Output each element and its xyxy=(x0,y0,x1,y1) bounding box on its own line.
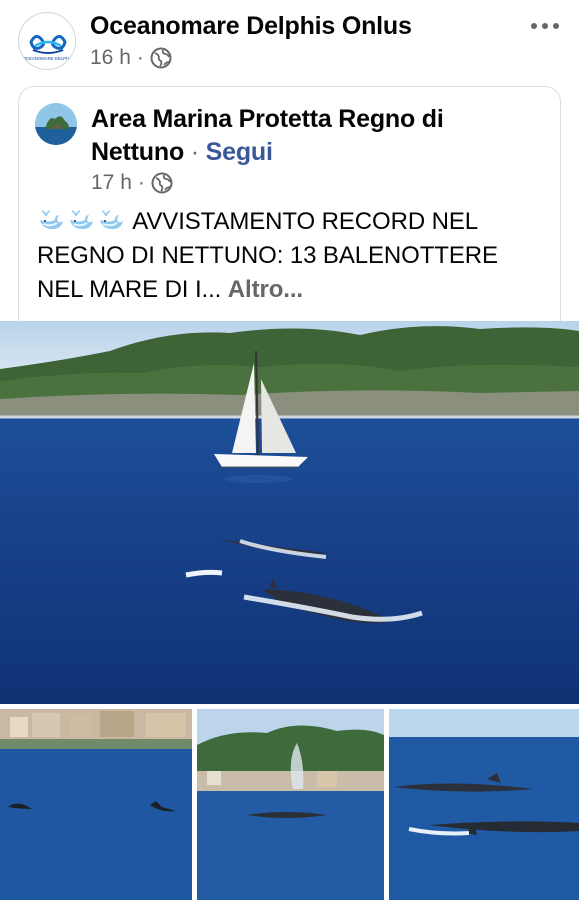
shared-meta: 17 h · xyxy=(91,171,173,195)
more-options-button[interactable] xyxy=(531,14,559,38)
author-name[interactable]: Oceanomare Delphis Onlus xyxy=(90,12,412,41)
globe-icon xyxy=(150,47,172,69)
photo-thumbnail-2[interactable] xyxy=(197,709,384,900)
oceanomare-logo-icon: OCEANOMARE DELPHIS xyxy=(20,14,75,69)
meta-dot: · xyxy=(137,171,145,194)
photo-thumbnail-1[interactable] xyxy=(0,709,192,900)
whale-emoji-icon xyxy=(40,210,63,229)
whale-emoji-icon xyxy=(70,210,93,229)
shared-post-card[interactable]: Area Marina Protetta Regno di Nettuno · … xyxy=(18,86,561,326)
page-avatar[interactable] xyxy=(35,103,77,145)
author-avatar[interactable]: OCEANOMARE DELPHIS xyxy=(18,12,76,70)
whale-emoji-icon xyxy=(100,210,123,229)
main-photo[interactable] xyxy=(0,321,579,704)
post-meta: 16 h · xyxy=(90,46,172,70)
shared-time[interactable]: 17 h xyxy=(91,171,132,195)
photo-thumbnail-3[interactable] xyxy=(389,709,579,900)
post-time[interactable]: 16 h xyxy=(90,46,131,70)
more-dot xyxy=(531,23,537,29)
follow-button[interactable]: Segui xyxy=(206,138,273,166)
svg-text:OCEANOMARE DELPHIS: OCEANOMARE DELPHIS xyxy=(23,56,74,61)
globe-icon xyxy=(151,172,173,194)
name-separator: · xyxy=(190,138,199,166)
post-text: AVVISTAMENTO RECORD NEL REGNO DI NETTUNO… xyxy=(37,205,547,307)
island-photo-icon xyxy=(35,103,77,145)
more-dot xyxy=(542,23,548,29)
see-more-link[interactable]: Altro... xyxy=(228,276,303,303)
more-dot xyxy=(553,23,559,29)
meta-dot: · xyxy=(136,46,144,69)
shared-page-name: Area Marina Protetta Regno di Nettuno · … xyxy=(91,103,531,169)
post-header: OCEANOMARE DELPHIS Oceanomare Delphis On… xyxy=(0,0,579,80)
